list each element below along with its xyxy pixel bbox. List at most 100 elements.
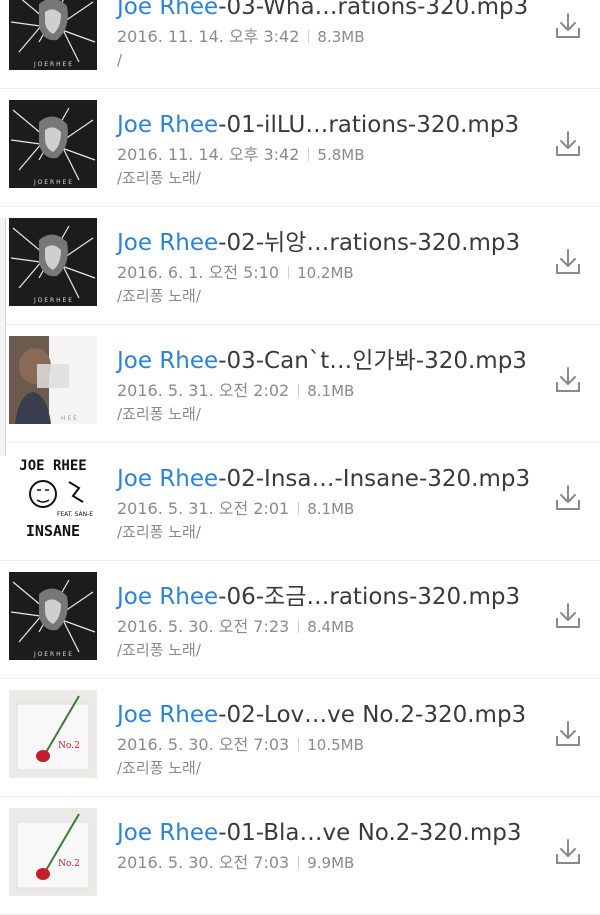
file-name: Joe Rhee-06-조금…rations-320.mp3 <box>117 586 520 609</box>
file-row[interactable]: J O E R H E E Joe Rhee-02-뉘앙…rations-320.… <box>0 207 600 325</box>
file-size: 8.1MB <box>307 382 355 400</box>
file-date: 2016. 5. 30. 오전 7:23 <box>117 617 290 636</box>
download-icon[interactable] <box>554 247 582 277</box>
file-path: /죠리퐁 노래/ <box>117 641 201 659</box>
file-date: 2016. 5. 30. 오전 7:03 <box>117 853 290 872</box>
meta-divider <box>298 502 300 515</box>
art-label: J O E R H E E <box>33 61 72 68</box>
art-label: J O E R H E E <box>33 297 72 304</box>
meta-divider <box>298 738 300 751</box>
file-size: 5.8MB <box>317 146 365 164</box>
download-icon[interactable] <box>554 365 582 395</box>
side-panel-handle[interactable] <box>0 218 6 456</box>
search-match: Joe Rhee <box>117 466 219 492</box>
file-name: Joe Rhee-01-ilLU…rations-320.mp3 <box>117 114 519 137</box>
album-thumbnail: J O E R H E E <box>9 218 97 306</box>
file-name-rest: -01-ilLU…rations-320.mp3 <box>218 112 520 138</box>
file-path: /죠리퐁 노래/ <box>117 405 201 423</box>
file-path: / <box>117 51 123 69</box>
file-meta: 2016. 6. 1. 오전 5:10 10.2MB <box>117 265 354 281</box>
file-name-rest: -02-뉘앙…rations-320.mp3 <box>218 230 521 256</box>
album-thumbnail: J O E R H E E <box>9 572 97 660</box>
album-thumbnail: J O E R H E E <box>9 100 97 188</box>
file-name-rest: -02-Insa…-Insane-320.mp3 <box>218 466 531 492</box>
download-icon[interactable] <box>554 129 582 159</box>
file-name: Joe Rhee-03-Can`t…인가봐-320.mp3 <box>117 350 527 373</box>
art-subtitle: INSANE <box>26 522 80 540</box>
file-meta: 2016. 5. 30. 오전 7:03 10.5MB <box>117 737 364 753</box>
meta-divider <box>288 266 290 279</box>
file-date: 2016. 11. 14. 오후 3:42 <box>117 27 300 46</box>
file-meta: 2016. 5. 30. 오전 7:03 9.9MB <box>117 855 354 871</box>
file-row[interactable]: No.2 Joe Rhee-02-Lov…ve No.2-320.mp3 2016.… <box>0 679 600 797</box>
art-feat: FEAT. SAN-E <box>57 511 93 518</box>
file-list: J O E R H E E Joe Rhee-03-Wha…rations-320… <box>0 0 600 915</box>
album-thumbnail: J O E R H E E <box>9 0 97 70</box>
file-name: Joe Rhee-03-Wha…rations-320.mp3 <box>117 0 528 19</box>
art-label: No.2 <box>58 741 80 751</box>
meta-divider <box>298 620 300 633</box>
album-art-rose: No.2 <box>9 808 97 896</box>
file-meta: 2016. 11. 14. 오후 3:42 5.8MB <box>117 147 365 163</box>
file-row[interactable]: No.2 Joe Rhee-01-Bla…ve No.2-320.mp3 2016.… <box>0 797 600 915</box>
download-icon[interactable] <box>554 719 582 749</box>
album-art-sketch: J O E R H E E <box>9 0 97 70</box>
file-size: 8.1MB <box>307 500 355 518</box>
file-row[interactable]: J O E R H E E Joe Rhee-06-조금…rations-320.… <box>0 561 600 679</box>
album-art-sketch: J O E R H E E <box>9 100 97 188</box>
album-art-photo: H E E <box>9 336 97 424</box>
search-match: Joe Rhee <box>117 230 219 256</box>
file-name-rest: -03-Wha…rations-320.mp3 <box>218 0 529 20</box>
file-name: Joe Rhee-02-Insa…-Insane-320.mp3 <box>117 468 530 491</box>
art-label: H E E <box>61 415 77 422</box>
search-match: Joe Rhee <box>117 0 219 20</box>
album-art-sketch: J O E R H E E <box>9 572 97 660</box>
file-row[interactable]: H E E Joe Rhee-03-Can`t…인가봐-320.mp3 2016. … <box>0 325 600 443</box>
file-name-rest: -06-조금…rations-320.mp3 <box>218 584 521 610</box>
album-thumbnail: JOE RHEE FEAT. SAN-E INSANE <box>9 454 97 542</box>
download-icon[interactable] <box>554 601 582 631</box>
file-name-rest: -01-Bla…ve No.2-320.mp3 <box>218 820 522 846</box>
download-icon[interactable] <box>554 483 582 513</box>
file-name-rest: -03-Can`t…인가봐-320.mp3 <box>218 348 527 374</box>
file-size: 9.9MB <box>307 854 355 872</box>
file-row[interactable]: J O E R H E E Joe Rhee-01-ilLU…rations-32… <box>0 89 600 207</box>
file-date: 2016. 6. 1. 오전 5:10 <box>117 263 280 282</box>
file-path: /죠리퐁 노래/ <box>117 169 201 187</box>
file-name: Joe Rhee-02-Lov…ve No.2-320.mp3 <box>117 704 526 727</box>
file-row[interactable]: JOE RHEE FEAT. SAN-E INSANE Joe Rhee-02-Ins… <box>0 443 600 561</box>
meta-divider <box>308 148 310 161</box>
album-thumbnail: No.2 <box>9 690 97 778</box>
file-meta: 2016. 11. 14. 오후 3:42 8.3MB <box>117 29 365 45</box>
meta-divider <box>298 384 300 397</box>
file-path: /죠리퐁 노래/ <box>117 759 201 777</box>
file-size: 10.5MB <box>307 736 364 754</box>
file-date: 2016. 5. 31. 오전 2:02 <box>117 381 290 400</box>
file-date: 2016. 11. 14. 오후 3:42 <box>117 145 300 164</box>
file-name-rest: -02-Lov…ve No.2-320.mp3 <box>218 702 527 728</box>
file-row[interactable]: J O E R H E E Joe Rhee-03-Wha…rations-320… <box>0 0 600 89</box>
search-match: Joe Rhee <box>117 820 219 846</box>
download-icon[interactable] <box>554 837 582 867</box>
meta-divider <box>298 856 300 869</box>
download-icon[interactable] <box>554 11 582 41</box>
search-match: Joe Rhee <box>117 348 219 374</box>
file-size: 8.3MB <box>317 28 365 46</box>
album-art-insane: JOE RHEE FEAT. SAN-E INSANE <box>9 454 97 542</box>
file-path: /죠리퐁 노래/ <box>117 287 201 305</box>
art-title: JOE RHEE <box>19 458 86 474</box>
file-meta: 2016. 5. 31. 오전 2:02 8.1MB <box>117 383 354 399</box>
album-art-rose: No.2 <box>9 690 97 778</box>
file-size: 10.2MB <box>297 264 354 282</box>
search-match: Joe Rhee <box>117 584 219 610</box>
art-label: No.2 <box>58 859 80 869</box>
album-thumbnail: H E E <box>9 336 97 424</box>
album-thumbnail: No.2 <box>9 808 97 896</box>
search-match: Joe Rhee <box>117 112 219 138</box>
file-date: 2016. 5. 30. 오전 7:03 <box>117 735 290 754</box>
file-name: Joe Rhee-01-Bla…ve No.2-320.mp3 <box>117 822 522 845</box>
file-name: Joe Rhee-02-뉘앙…rations-320.mp3 <box>117 232 520 255</box>
file-date: 2016. 5. 31. 오전 2:01 <box>117 499 290 518</box>
meta-divider <box>308 30 310 43</box>
art-label: J O E R H E E <box>33 651 72 658</box>
